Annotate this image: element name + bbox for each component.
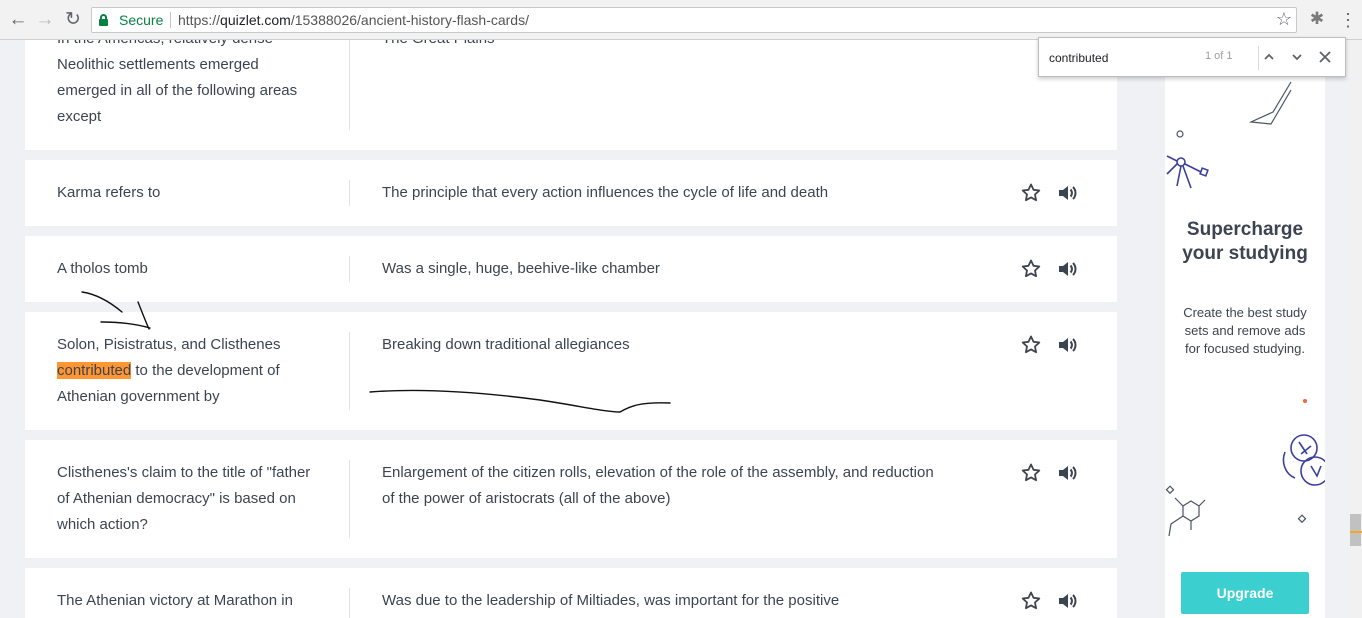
speaker-icon[interactable]	[1055, 461, 1079, 485]
bookmark-star-icon[interactable]: ☆	[1276, 9, 1292, 30]
star-icon[interactable]	[1019, 589, 1043, 613]
card-term: Solon, Pisistratus, and Clisthenes contr…	[57, 332, 319, 410]
star-icon[interactable]	[1019, 257, 1043, 281]
lock-icon	[99, 14, 108, 26]
reload-icon[interactable]: ↻	[61, 8, 85, 32]
card-definition: Was a single, huge, beehive-like chamber	[382, 260, 660, 277]
card-divider	[349, 460, 350, 538]
star-icon[interactable]	[1019, 333, 1043, 357]
flashcard-row: Solon, Pisistratus, and Clisthenes contr…	[25, 312, 1117, 430]
ad-title: Supercharge your studying	[1182, 219, 1308, 264]
find-close-icon[interactable]	[1315, 47, 1335, 67]
extension-puzzle-icon[interactable]: ✱	[1307, 9, 1327, 29]
flashcard-row: Clisthenes's claim to the title of "fath…	[25, 440, 1117, 558]
upgrade-button[interactable]: Upgrade	[1181, 572, 1309, 614]
address-bar[interactable]: Secure https://quizlet.com/15388026/anci…	[91, 7, 1297, 33]
upgrade-ad: Supercharge your studying Create the bes…	[1165, 40, 1325, 618]
card-definition: Was due to the leadership of Miltiades, …	[382, 592, 840, 609]
card-term: Clisthenes's claim to the title of "fath…	[57, 464, 311, 533]
url-scheme: https://	[178, 12, 221, 28]
flashcard-row: The Athenian victory at Marathon in Was …	[25, 568, 1117, 618]
scrollbar-thumb[interactable]	[1350, 514, 1361, 546]
card-divider	[349, 40, 350, 130]
secure-label: Secure	[119, 12, 164, 28]
card-definition: The principle that every action influenc…	[382, 184, 829, 201]
browser-toolbar: ← → ↻ Secure https://quizlet.com/1538802…	[0, 0, 1362, 40]
ad-body: Create the best study sets and remove ad…	[1183, 305, 1307, 356]
star-icon[interactable]	[1019, 181, 1043, 205]
url-text[interactable]: https://quizlet.com/15388026/ancient-his…	[178, 12, 529, 28]
flashcard-row: In the Americas, relatively dense Neolit…	[25, 40, 1117, 150]
star-icon[interactable]	[1019, 461, 1043, 485]
speaker-icon[interactable]	[1055, 333, 1079, 357]
forward-arrow-icon[interactable]: →	[33, 8, 57, 32]
find-bar: 1 of 1	[1038, 37, 1346, 77]
url-path: /15388026/ancient-history-flash-cards/	[290, 12, 529, 28]
term-text-before: Solon, Pisistratus, and Clisthenes	[57, 336, 281, 353]
speaker-icon[interactable]	[1055, 181, 1079, 205]
kebab-menu-icon[interactable]: ⋮	[1339, 9, 1357, 31]
back-arrow-icon[interactable]: ←	[6, 8, 30, 32]
speaker-icon[interactable]	[1055, 257, 1079, 281]
card-divider	[349, 180, 350, 206]
find-input[interactable]	[1049, 49, 1199, 67]
card-definition: Breaking down traditional allegiances	[382, 336, 630, 353]
card-term: The Athenian victory at Marathon in	[57, 592, 293, 609]
card-definition: Enlargement of the citizen rolls, elevat…	[382, 464, 934, 507]
page-content: In the Americas, relatively dense Neolit…	[0, 40, 1362, 618]
card-divider	[349, 332, 350, 410]
card-divider	[349, 588, 350, 618]
find-match-count: 1 of 1	[1205, 50, 1233, 62]
card-divider	[349, 256, 350, 282]
card-term: A tholos tomb	[57, 260, 148, 277]
card-term: Karma refers to	[57, 184, 161, 201]
speaker-icon[interactable]	[1055, 589, 1079, 613]
card-definition: The Great Plains	[382, 40, 942, 52]
page-scrollbar[interactable]	[1349, 40, 1362, 618]
find-match-marker	[1350, 531, 1362, 533]
card-term: In the Americas, relatively dense Neolit…	[57, 40, 298, 125]
find-match-highlight: contributed	[57, 362, 132, 379]
flashcard-row: A tholos tomb Was a single, huge, beehiv…	[25, 236, 1117, 302]
address-separator	[170, 12, 171, 28]
url-host: quizlet.com	[220, 12, 291, 28]
find-previous-chevron-up-icon[interactable]	[1259, 47, 1279, 67]
find-next-chevron-down-icon[interactable]	[1287, 47, 1307, 67]
flashcard-row: Karma refers to The principle that every…	[25, 160, 1117, 226]
